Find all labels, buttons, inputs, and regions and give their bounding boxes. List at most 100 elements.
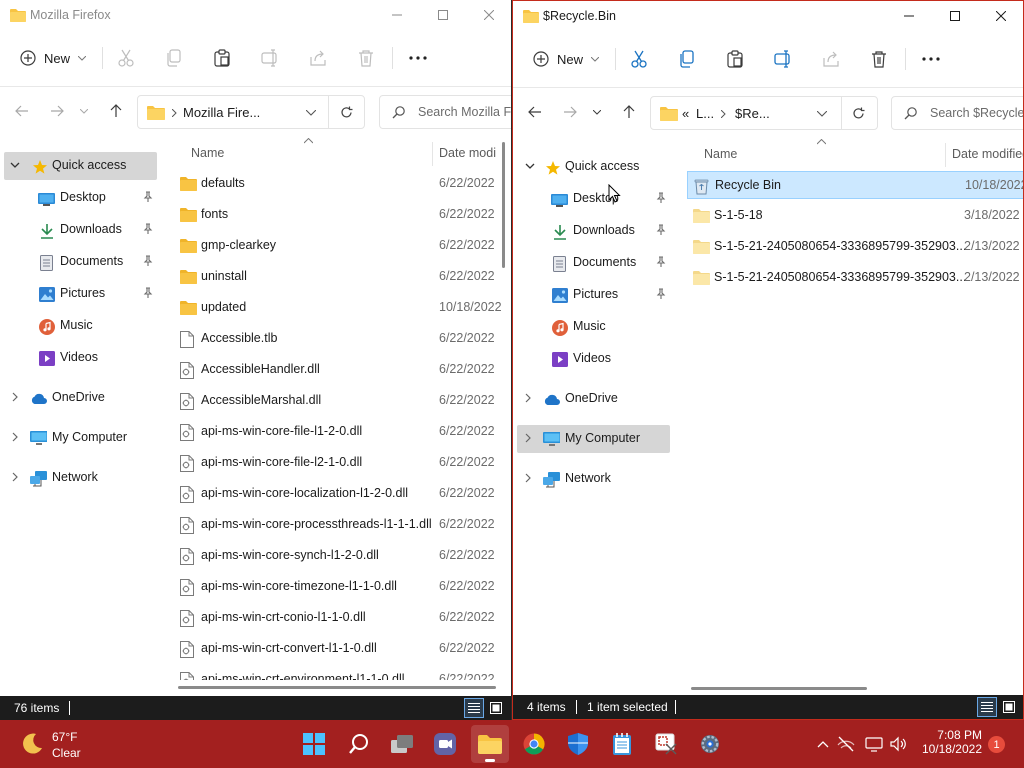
file-row[interactable]: api-ms-win-crt-convert-l1-1-0.dll 6/22/20… [174,635,507,663]
nav-downloads[interactable]: Downloads [517,217,670,245]
column-date-modified[interactable]: Date modi [439,146,496,160]
address-bar[interactable]: « L... $Re... [650,96,878,130]
nav-videos[interactable]: Videos [4,344,157,372]
address-segment-1[interactable]: L... [696,106,714,121]
refresh-icon[interactable] [852,107,865,120]
clock[interactable]: 7:08 PM 10/18/2022 [916,728,982,756]
network-status-button[interactable] [837,734,855,754]
nav-pictures[interactable]: Pictures [4,280,157,308]
file-row[interactable]: AccessibleHandler.dll 6/22/2022 [174,356,507,384]
file-row[interactable]: S-1-5-21-2405080654-3336895799-352903...… [687,233,1023,261]
up-button[interactable] [616,99,642,125]
vertical-scrollbar[interactable] [502,142,505,268]
new-button[interactable]: New [527,42,609,76]
file-row[interactable]: api-ms-win-core-localization-l1-2-0.dll 6… [174,480,507,508]
defender-taskbar-button[interactable] [559,725,597,763]
maximize-button[interactable] [420,0,466,30]
horizontal-scrollbar[interactable] [178,686,496,689]
column-name[interactable]: Name [191,146,224,160]
nav-downloads[interactable]: Downloads [4,216,157,244]
column-date-modified[interactable]: Date modified [952,147,1023,161]
file-row[interactable]: api-ms-win-core-file-l1-2-0.dll 6/22/2022 [174,418,507,446]
rename-button[interactable] [767,44,799,74]
tiles-view-button[interactable] [486,698,506,718]
close-button[interactable] [978,1,1023,31]
address-overflow[interactable]: « [682,106,689,121]
volume-button[interactable] [890,734,908,754]
search-box[interactable]: Search $Recycle.Bi [891,96,1023,130]
nav-music[interactable]: Music [517,313,670,341]
nav-network[interactable]: Network [517,465,670,493]
details-view-button[interactable] [977,697,997,717]
paste-button[interactable] [719,44,751,74]
file-row[interactable]: api-ms-win-core-file-l2-1-0.dll 6/22/2022 [174,449,507,477]
tiles-view-button[interactable] [999,697,1019,717]
nav-music[interactable]: Music [4,312,157,340]
minimize-button[interactable] [374,0,420,30]
address-segment-2[interactable]: $Re... [735,106,770,121]
maximize-button[interactable] [932,1,978,31]
file-row[interactable]: gmp-clearkey 6/22/2022 [174,232,507,260]
search-taskbar-button[interactable] [340,725,378,763]
show-hidden-icons-button[interactable] [814,734,832,754]
column-separator[interactable] [432,142,433,166]
file-row[interactable]: api-ms-win-core-synch-l1-2-0.dll 6/22/202… [174,542,507,570]
task-view-button[interactable] [383,725,421,763]
nav-quick-access[interactable]: Quick access [517,153,670,181]
recent-locations-button[interactable] [587,99,607,125]
delete-button[interactable] [350,43,382,73]
share-button[interactable] [302,43,334,73]
search-box[interactable]: Search Mozilla Fir [379,95,512,129]
file-row[interactable]: uninstall 6/22/2022 [174,263,507,291]
file-row[interactable]: Recycle Bin 10/18/2022 7:0 [687,171,1023,199]
paste-button[interactable] [206,43,238,73]
new-button[interactable]: New [14,41,96,75]
back-button[interactable] [522,99,548,125]
horizontal-scrollbar[interactable] [691,687,867,690]
file-row[interactable]: api-ms-win-core-timezone-l1-1-0.dll 6/22/… [174,573,507,601]
title-bar[interactable]: $Recycle.Bin [513,1,1023,32]
file-row[interactable]: api-ms-win-crt-environment-l1-1-0.dll 6/2… [174,666,507,680]
notepad-taskbar-button[interactable] [603,725,641,763]
chrome-taskbar-button[interactable] [515,725,553,763]
start-button[interactable] [295,725,333,763]
column-name[interactable]: Name [704,147,737,161]
nav-documents[interactable]: Documents [517,249,670,277]
file-row[interactable]: updated 10/18/2022 [174,294,507,322]
nav-network[interactable]: Network [4,464,157,492]
back-button[interactable] [9,98,35,124]
nav-documents[interactable]: Documents [4,248,157,276]
file-row[interactable]: S-1-5-18 3/18/2022 10:1 [687,202,1023,230]
file-row[interactable]: Accessible.tlb 6/22/2022 [174,325,507,353]
address-bar[interactable]: Mozilla Fire... [137,95,365,129]
more-options-button[interactable] [402,43,434,73]
teams-chat-button[interactable] [426,725,464,763]
minimize-button[interactable] [886,1,932,31]
delete-button[interactable] [863,44,895,74]
close-button[interactable] [466,0,512,30]
nav-my-computer[interactable]: My Computer [517,425,670,453]
nav-desktop[interactable]: Desktop [4,184,157,212]
forward-button[interactable] [557,99,583,125]
display-status-button[interactable] [865,734,883,754]
nav-my-computer[interactable]: My Computer [4,424,157,452]
column-separator[interactable] [945,143,946,167]
nav-videos[interactable]: Videos [517,345,670,373]
file-explorer-taskbar-button[interactable] [471,725,509,763]
file-row[interactable]: api-ms-win-core-processthreads-l1-1-1.dl… [174,511,507,539]
share-button[interactable] [815,44,847,74]
nav-onedrive[interactable]: OneDrive [517,385,670,413]
nav-quick-access[interactable]: Quick access [4,152,157,180]
cut-button[interactable] [110,43,142,73]
file-row[interactable]: api-ms-win-crt-conio-l1-1-0.dll 6/22/2022 [174,604,507,632]
file-row[interactable]: AccessibleMarshal.dll 6/22/2022 [174,387,507,415]
rename-button[interactable] [254,43,286,73]
nav-desktop[interactable]: Desktop [517,185,670,213]
file-row[interactable]: S-1-5-21-2405080654-3336895799-352903...… [687,264,1023,292]
details-view-button[interactable] [464,698,484,718]
snipping-tool-taskbar-button[interactable] [647,725,685,763]
cut-button[interactable] [623,44,655,74]
title-bar[interactable]: Mozilla Firefox [0,0,512,31]
more-options-button[interactable] [915,44,947,74]
nav-onedrive[interactable]: OneDrive [4,384,157,412]
